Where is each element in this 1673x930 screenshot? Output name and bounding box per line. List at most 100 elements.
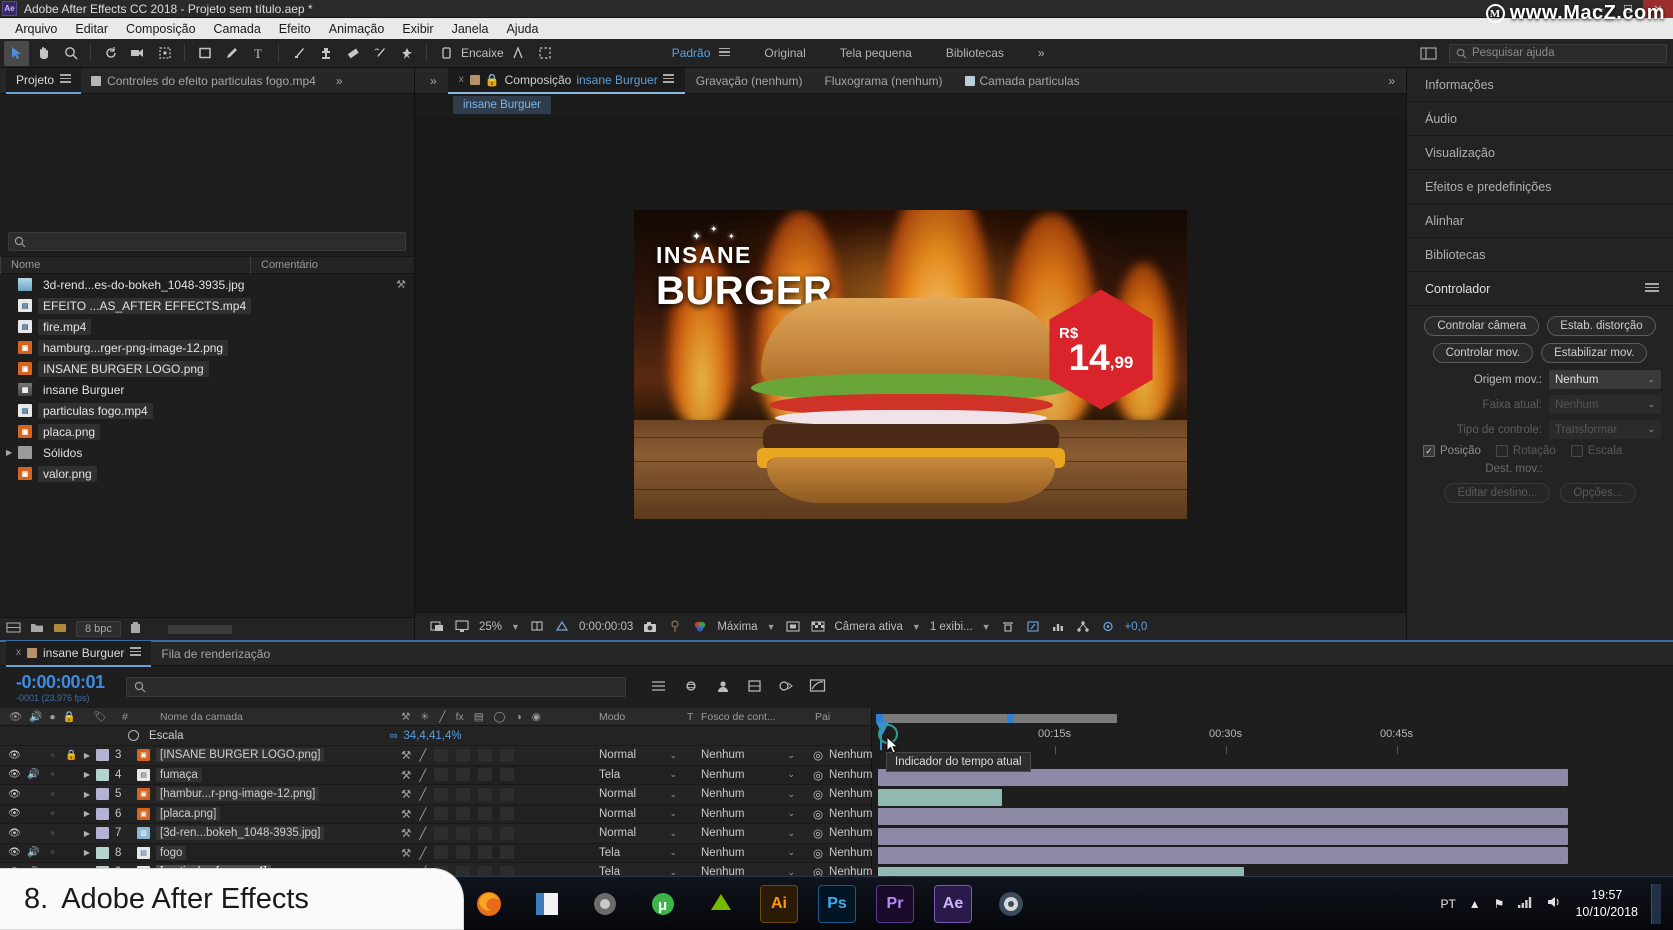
project-settings-icon[interactable] [53,622,67,637]
controlador-menu-icon[interactable] [1645,283,1659,294]
panel-visualizacao[interactable]: Visualização [1407,136,1673,170]
layer-mode-select[interactable]: Tela⌄ [591,769,687,781]
property-row-escala[interactable]: Escala ∞ 34,4,41,4% [0,726,871,746]
table-row[interactable]: 👁●▶5▣[hambur...r-png-image-12.png]⚒╱Norm… [0,785,871,805]
zoom-dropdown-icon[interactable]: ▼ [511,622,520,632]
list-item[interactable]: ▣ placa.png [0,421,414,442]
controlar-mov-button[interactable]: Controlar mov. [1433,343,1534,363]
menu-editar[interactable]: Editar [66,20,117,38]
pan-behind-tool-icon[interactable] [152,41,177,66]
label-color-swatch[interactable] [96,808,109,820]
photoshop-icon[interactable]: Ps [818,885,856,923]
hand-tool-icon[interactable] [31,41,56,66]
quality-dropdown-icon[interactable]: ▼ [767,622,776,632]
track-matte-select[interactable]: Nenhum⌄ [701,788,805,800]
list-item[interactable]: ▦ insane Burguer [0,379,414,400]
layer-track-bar[interactable] [878,847,1568,864]
shy-icon[interactable]: ⚒ [401,807,411,821]
views-count-value[interactable]: 1 exibi... [930,621,973,633]
comp-menu-icon[interactable] [663,74,674,85]
layer-track-bar[interactable] [878,808,1568,825]
project-search-input[interactable] [8,232,406,251]
delete-icon[interactable] [130,621,141,637]
action-center-icon[interactable]: ⚑ [1494,897,1505,911]
switch-cell[interactable] [456,846,470,859]
solo-icon[interactable]: ● [46,828,59,839]
menu-ajuda[interactable]: Ajuda [497,20,547,38]
controlar-camera-button[interactable]: Controlar câmera [1424,316,1539,336]
premiere-icon[interactable]: Pr [876,885,914,923]
layer-mode-select[interactable]: Normal⌄ [591,808,687,820]
region-of-interest-icon[interactable] [533,41,558,66]
3d-renderer-icon[interactable] [1075,619,1091,634]
timeline-menu-icon[interactable] [130,647,141,658]
track-matte-select[interactable]: Nenhum⌄ [701,769,805,781]
parent-select[interactable]: ◎Nenhum [805,807,871,821]
rotation-tool-icon[interactable] [98,41,123,66]
transparency-grid-icon[interactable] [810,619,826,634]
pixel-aspect-icon[interactable] [1025,619,1041,634]
column-comentario[interactable]: Comentário [250,256,414,274]
parent-select[interactable]: ◎Nenhum [805,787,871,801]
table-row[interactable]: 👁🔊●▶4▤fumaça⚒╱Tela⌄Nenhum⌄◎Nenhum [0,766,871,786]
menu-animacao[interactable]: Animação [320,20,394,38]
roto-brush-tool-icon[interactable] [367,41,392,66]
region-of-interest-toggle-icon[interactable] [785,619,801,634]
switch-cell[interactable] [500,846,514,859]
menu-exibir[interactable]: Exibir [393,20,442,38]
tab-insane-burguer[interactable]: x insane Burguer [6,641,151,667]
switch-cell[interactable] [434,807,448,820]
estabilizar-mov-button[interactable]: Estabilizar mov. [1541,343,1647,363]
parent-select[interactable]: ◎Nenhum [805,748,871,762]
project-scrollbar[interactable] [168,625,232,634]
menu-janela[interactable]: Janela [443,20,498,38]
switch-cell[interactable] [478,827,492,840]
selection-tool-icon[interactable] [4,41,29,66]
snap-angle-icon[interactable] [506,41,531,66]
layer-track-bar[interactable] [878,789,1002,806]
quality-icon[interactable]: ╱ [419,768,426,782]
eye-icon[interactable]: 👁 [8,828,21,839]
quality-icon[interactable]: ╱ [419,846,426,860]
list-item[interactable]: ▣ hamburg...rger-png-image-12.png [0,337,414,358]
rotacao-checkbox[interactable]: ✓ [1496,445,1508,457]
quality-icon[interactable]: ╱ [419,807,426,821]
table-row[interactable]: 👁●▶6▣[placa.png]⚒╱Normal⌄Nenhum⌄◎Nenhum [0,805,871,825]
panel-efeitos-predefinicoes[interactable]: Efeitos e predefinições [1407,170,1673,204]
layer-twirl-icon[interactable]: ▶ [78,790,96,799]
pen-tool-icon[interactable] [219,41,244,66]
breadcrumb-comp[interactable]: insane Burguer [453,96,551,114]
stopwatch-icon[interactable] [128,730,139,741]
switch-cell[interactable] [456,768,470,781]
eye-icon[interactable]: 👁 [8,750,21,761]
switch-cell[interactable] [456,749,470,762]
type-tool-icon[interactable]: T [246,41,271,66]
utorrent-icon[interactable]: μ [644,885,682,923]
quality-icon[interactable]: ╱ [419,826,426,840]
layer-name[interactable]: [3d-ren...bokeh_1048-3935.jpg] [156,827,395,839]
switch-cell[interactable] [434,846,448,859]
workspace-padrao[interactable]: Padrão [672,46,711,60]
nvidia-icon[interactable] [702,885,740,923]
workspace-menu-icon[interactable] [719,48,730,59]
view-value[interactable]: Câmera ativa [835,621,903,633]
menu-arquivo[interactable]: Arquivo [6,20,66,38]
escala-checkbox[interactable]: ✓ [1571,445,1583,457]
layer-name[interactable]: [hambur...r-png-image-12.png] [156,788,395,800]
shy-icon[interactable]: ⚒ [401,768,411,782]
switch-cell[interactable] [500,768,514,781]
menu-camada[interactable]: Camada [205,20,270,38]
list-item[interactable]: ▣ INSANE BURGER LOGO.png [0,358,414,379]
firefox-icon[interactable] [470,885,508,923]
clone-stamp-tool-icon[interactable] [313,41,338,66]
shy-icon[interactable]: ⚒ [401,826,411,840]
layer-twirl-icon[interactable]: ▶ [78,848,96,857]
new-folder-icon[interactable] [30,622,44,637]
obs-icon[interactable] [992,885,1030,923]
label-color-swatch[interactable] [96,749,109,761]
list-item[interactable]: ▤ fire.mp4 [0,316,414,337]
show-desktop-button[interactable] [1651,884,1661,924]
tab-close-icon[interactable]: x [459,74,464,85]
app-icon[interactable] [586,885,624,923]
camera-offset-value[interactable]: +0,0 [1125,621,1148,633]
